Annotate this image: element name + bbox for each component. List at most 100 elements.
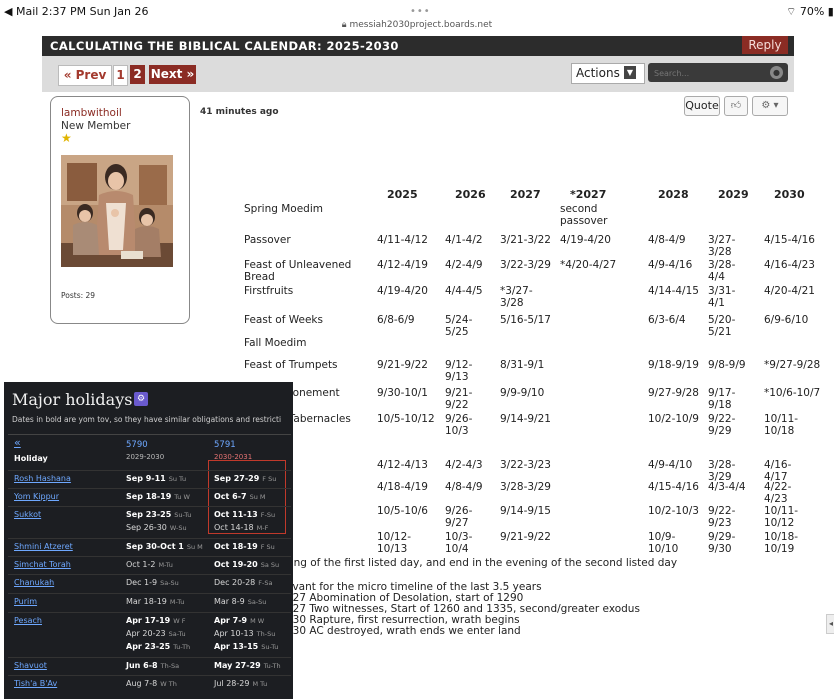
table-cell: *9/27-9/28: [764, 359, 821, 371]
table-cell: 9/22-9/23: [708, 505, 736, 529]
table-cell: 5/24-5/25: [445, 314, 473, 338]
weekday-range: Su M: [249, 493, 266, 501]
holiday-date: Oct 14-18 M-F: [214, 523, 268, 533]
next-page-button[interactable]: Next »: [149, 65, 196, 84]
holiday-name-link[interactable]: Rosh Hashana: [14, 474, 71, 484]
table-cell: 3/22-3/23: [500, 459, 551, 471]
divider: [8, 434, 291, 435]
table-cell: 5/20-5/21: [708, 314, 736, 338]
holiday-name-link[interactable]: Chanukah: [14, 578, 54, 588]
holiday-header: Holiday: [14, 454, 48, 463]
holiday-name-link[interactable]: Shavuot: [14, 661, 47, 671]
back-arrow-icon[interactable]: «: [14, 437, 21, 448]
search-options-icon[interactable]: ●: [770, 66, 783, 79]
date-range: Mar 8-9: [214, 597, 245, 606]
page-1-link[interactable]: 1: [113, 65, 128, 86]
weekday-range: M-Tu: [158, 561, 173, 569]
table-cell: 9/30-10/1: [377, 387, 428, 399]
date-range: Oct 19-20: [214, 560, 258, 569]
table-cell: 9/8-9/9: [708, 359, 746, 371]
weekday-range: Su M: [186, 543, 203, 551]
holiday-name-link[interactable]: Simchat Torah: [14, 560, 71, 570]
date-range: Jul 28-29: [214, 679, 250, 688]
status-right: ⌔ 70% ▮: [786, 5, 834, 18]
row-divider: [8, 612, 291, 613]
table-cell: 4/2-4/3: [445, 459, 483, 471]
actions-dropdown[interactable]: Actions ▼: [571, 63, 645, 84]
table-cell: 3/27-3/28: [708, 234, 736, 258]
post-options-icon[interactable]: ⚙ ▾: [752, 96, 788, 116]
table-cell: 9/22-9/29: [708, 413, 736, 437]
more-dots-icon[interactable]: •••: [410, 6, 431, 17]
table-cell: 9/14-9/15: [500, 505, 551, 517]
holiday-name-link[interactable]: Shmini Atzeret: [14, 542, 73, 552]
holiday-name-link[interactable]: Purim: [14, 597, 37, 607]
table-cell: 6/9-6/10: [764, 314, 809, 326]
settings-badge-icon[interactable]: ⚙: [134, 392, 148, 406]
weekday-range: Tu W: [174, 493, 190, 501]
column-header: 2028: [658, 188, 689, 201]
date-range: Apr 7-9: [214, 616, 248, 625]
holiday-date: May 27-29 Tu-Th: [214, 661, 281, 671]
holiday-name-link[interactable]: Sukkot: [14, 510, 41, 520]
table-cell: 4/20-4/21: [764, 285, 815, 297]
table-cell: 10/3-10/4: [445, 531, 473, 555]
date-range: Dec 20-28: [214, 578, 256, 587]
holiday-date: Mar 8-9 Sa-Su: [214, 597, 266, 607]
username[interactable]: lambwithoil: [61, 107, 122, 119]
row-divider: [8, 488, 291, 489]
table-cell: 4/11-4/12: [377, 234, 428, 246]
prev-page-button[interactable]: « Prev: [58, 65, 112, 86]
date-range: Oct 18-19: [214, 542, 258, 551]
holiday-name-link[interactable]: Yom Kippur: [14, 492, 59, 502]
weekday-range: Su-Tu: [174, 511, 192, 519]
rank-star-icon: ★: [61, 131, 72, 145]
pager-bar: « Prev 1 2 Next » Actions ▼ ●: [42, 56, 794, 92]
url-bar[interactable]: ••• 🔒︎ messiah2030project.boards.net: [0, 6, 834, 36]
table-cell: 4/16-4/17: [764, 459, 792, 483]
table-cell: 9/18-9/19: [648, 359, 699, 371]
table-cell: 4/18-4/19: [377, 481, 428, 493]
holiday-name-link[interactable]: Pesach: [14, 616, 42, 626]
thread-title: CALCULATING THE BIBLICAL CALENDAR: 2025-…: [50, 39, 399, 53]
thread-title-bar: CALCULATING THE BIBLICAL CALENDAR: 2025-…: [42, 36, 794, 56]
weekday-range: M Tu: [252, 680, 268, 688]
panel-title: Major holidays: [12, 390, 133, 409]
lock-icon: 🔒︎: [341, 20, 347, 30]
weekday-range: Sa-Su: [247, 598, 267, 606]
holiday-date: Mar 18-19 M-Tu: [126, 597, 184, 607]
table-cell: 3/22-3/29: [500, 259, 551, 271]
holiday-date: Sep 18-19 Tu W: [126, 492, 190, 502]
search-box[interactable]: ●: [648, 63, 788, 82]
table-cell: 9/27-9/28: [648, 387, 699, 399]
quote-button[interactable]: Quote: [684, 96, 720, 116]
scroll-tab-icon[interactable]: ◂: [826, 614, 834, 634]
holiday-name-link[interactable]: Tish'a B'Av: [14, 679, 57, 689]
weekday-range: Sa Su: [260, 561, 280, 569]
table-cell: 4/8-4/9: [445, 481, 483, 493]
row-label: Feast of Unleavened Bread: [244, 259, 352, 283]
page-2-current[interactable]: 2: [130, 65, 145, 84]
reply-button[interactable]: Reply: [742, 36, 788, 54]
table-cell: 10/5-10/6: [377, 505, 428, 517]
major-holidays-panel: Major holidays ⚙ Dates in bold are yom t…: [4, 382, 293, 699]
column-header: *2027: [570, 188, 607, 201]
weekday-range: Tu-Th: [263, 662, 281, 670]
holiday-date: Jul 28-29 M Tu: [214, 679, 267, 689]
date-range: Apr 13-15: [214, 642, 259, 651]
weekday-range: W-Su: [169, 524, 187, 532]
col2-year[interactable]: 5791: [214, 440, 236, 450]
holiday-date: Oct 6-7 Su M: [214, 492, 266, 502]
search-input[interactable]: [652, 65, 766, 82]
table-cell: 4/15-4/16: [648, 481, 699, 493]
date-range: Apr 23-25: [126, 642, 171, 651]
like-icon[interactable]: 👍︎: [724, 96, 748, 116]
table-cell: 9/26-10/3: [445, 413, 473, 437]
table-cell: 4/16-4/23: [764, 259, 815, 271]
table-cell: *3/27-3/28: [500, 285, 533, 309]
date-range: Oct 1-2: [126, 560, 156, 569]
col1-year[interactable]: 5790: [126, 440, 148, 450]
post-count: Posts: 29: [61, 291, 96, 300]
row-divider: [8, 470, 291, 471]
table-cell: 4/9-4/16: [648, 259, 693, 271]
